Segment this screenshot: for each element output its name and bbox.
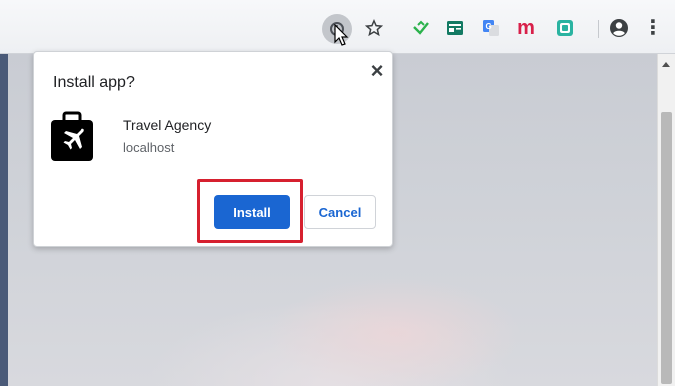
scroll-up-arrow-icon[interactable] [662,62,670,67]
cancel-button[interactable]: Cancel [304,195,376,229]
travel-agency-app-icon [51,110,93,162]
close-icon: × [370,58,384,83]
close-button[interactable]: × [367,58,387,83]
extension-feedly-icon[interactable] [410,17,432,39]
page-scrollbar[interactable] [657,54,675,386]
extension-card-icon[interactable] [444,17,466,39]
dialog-title: Install app? [53,74,135,91]
bookmark-star-icon[interactable] [363,17,385,39]
extension-m-icon[interactable]: m [515,17,537,39]
more-menu-icon[interactable]: ⋮ [642,17,664,39]
google-translate-icon[interactable]: G [480,17,502,39]
toolbar-divider [598,20,599,38]
svg-text:G: G [486,22,492,31]
install-button[interactable]: Install [214,195,290,229]
scroll-thumb[interactable] [661,112,672,384]
browser-toolbar: G m ⋮ [0,0,675,54]
app-origin: localhost [123,140,175,155]
page-left-edge [0,54,8,386]
extension-m-label: m [517,17,535,39]
app-name: Travel Agency [123,117,212,133]
mouse-cursor-icon [334,24,349,46]
profile-avatar-icon[interactable] [608,17,630,39]
extension-green-icon[interactable] [554,17,576,39]
install-app-dialog: Install app? × Travel Agency localhost I… [33,51,393,247]
